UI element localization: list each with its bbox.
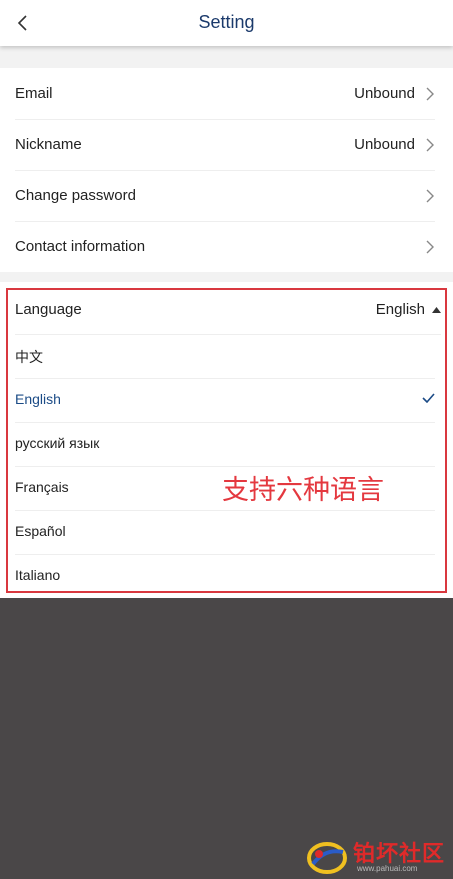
top-bar: Setting <box>0 0 453 46</box>
language-option-label: Italiano <box>15 567 61 583</box>
contact-information-row[interactable]: Contact information <box>15 221 435 272</box>
language-option-spanish[interactable]: Español <box>15 510 435 555</box>
account-settings-card: Email Unbound Nickname Unbound Change pa… <box>0 68 453 272</box>
change-password-row[interactable]: Change password <box>15 170 435 222</box>
nickname-row[interactable]: Nickname Unbound <box>15 119 435 171</box>
language-option-label: English <box>15 391 61 407</box>
chevron-right-icon <box>426 240 434 254</box>
page-title: Setting <box>198 12 255 32</box>
language-option-english[interactable]: English <box>15 378 435 423</box>
watermark-url: www.pahuai.com <box>357 864 418 873</box>
language-option-label: Français <box>15 479 69 495</box>
language-option-italian[interactable]: Italiano <box>15 554 435 598</box>
change-password-label: Change password <box>15 187 136 204</box>
language-label: Language <box>15 301 82 318</box>
nickname-value: Unbound <box>354 136 415 153</box>
nickname-label: Nickname <box>15 136 82 153</box>
watermark: 铂坏社区 www.pahuai.com <box>305 836 450 876</box>
email-value: Unbound <box>354 85 415 102</box>
language-option-label: Español <box>15 523 66 539</box>
annotation-text: 支持六种语言 <box>222 475 384 506</box>
email-label: Email <box>15 85 53 102</box>
language-option-label: русский язык <box>15 435 100 451</box>
language-option-russian[interactable]: русский язык <box>15 422 435 467</box>
chevron-right-icon <box>426 189 434 203</box>
language-dropdown[interactable]: Language English <box>15 282 441 335</box>
contact-information-label: Contact information <box>15 238 146 255</box>
caret-up-icon <box>432 307 441 313</box>
chevron-right-icon <box>426 138 434 152</box>
language-current-value: English <box>375 301 425 318</box>
language-card: Language English 中文 English русский язык… <box>0 282 453 598</box>
watermark-logo-icon <box>307 842 347 874</box>
email-row[interactable]: Email Unbound <box>15 68 435 120</box>
language-option-label: 中文 <box>15 349 43 365</box>
language-option-chinese[interactable]: 中文 <box>15 334 435 379</box>
checkmark-icon <box>422 393 435 403</box>
chevron-right-icon <box>426 87 434 101</box>
